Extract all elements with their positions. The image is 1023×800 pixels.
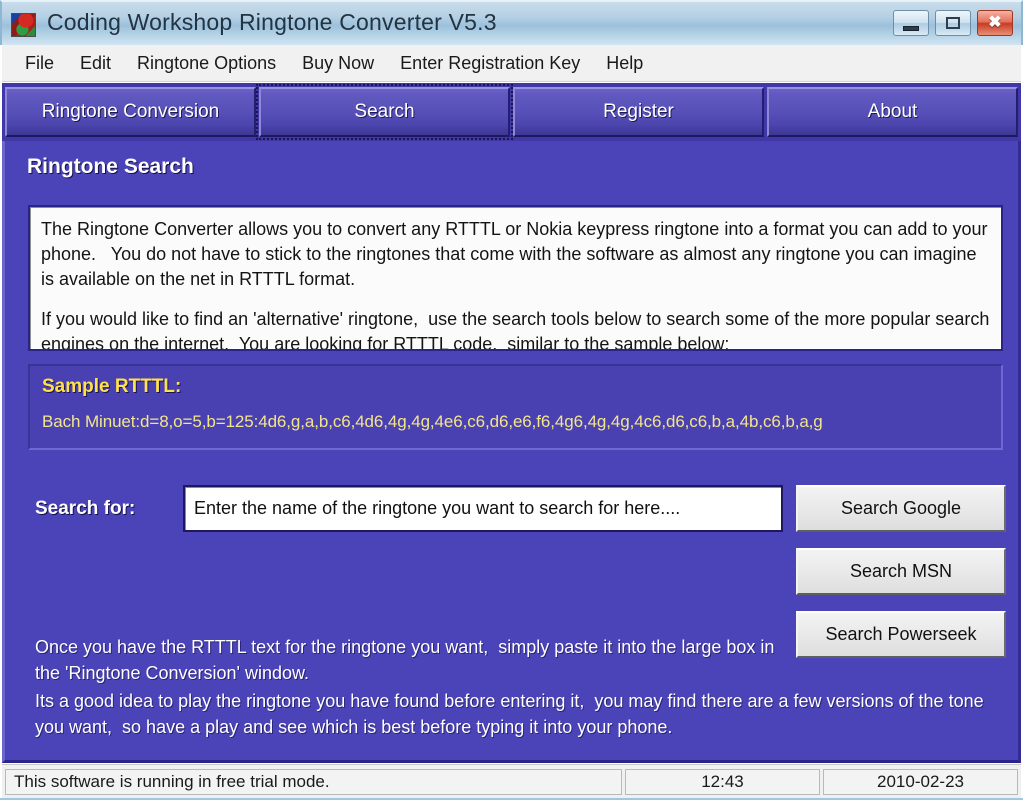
description-paragraph: The Ringtone Converter allows you to con… <box>41 219 993 289</box>
tab-about[interactable]: About <box>767 87 1018 137</box>
tab-label: Ringtone Conversion <box>41 101 220 122</box>
sample-rtttl-code: Bach Minuet:d=8,o=5,b=125:4d6,g,a,b,c6,4… <box>42 412 823 431</box>
menu-item-help[interactable]: Help <box>593 51 656 76</box>
search-input[interactable] <box>183 485 783 532</box>
tab-label: Search <box>354 101 415 122</box>
window-controls: ✖ <box>893 10 1013 36</box>
minimize-button[interactable] <box>893 10 929 36</box>
menu-item-edit[interactable]: Edit <box>67 51 124 76</box>
status-time: 12:43 <box>625 769 820 795</box>
tab-bar: Ringtone Conversion Search Register Abou… <box>2 83 1021 141</box>
status-bar: This software is running in free trial m… <box>2 764 1021 798</box>
close-icon: ✖ <box>988 14 1002 31</box>
menu-bar: File Edit Ringtone Options Buy Now Enter… <box>2 45 1021 82</box>
search-for-label: Search for: <box>35 498 136 519</box>
maximize-icon <box>946 17 960 29</box>
search-msn-button[interactable]: Search MSN <box>796 548 1006 595</box>
status-message: This software is running in free trial m… <box>5 769 622 795</box>
tab-ringtone-conversion[interactable]: Ringtone Conversion <box>5 87 256 137</box>
menu-item-ringtone-options[interactable]: Ringtone Options <box>124 51 289 76</box>
description-box: The Ringtone Converter allows you to con… <box>28 205 1003 351</box>
menu-item-enter-registration-key[interactable]: Enter Registration Key <box>387 51 593 76</box>
menu-item-buy-now[interactable]: Buy Now <box>289 51 387 76</box>
minimize-icon <box>903 26 919 31</box>
tab-label: About <box>867 101 918 122</box>
app-logo-icon <box>11 13 36 37</box>
tab-label: Register <box>603 101 674 122</box>
instruction-note: Its a good idea to play the ringtone you… <box>35 691 989 737</box>
sample-rtttl-box: Sample RTTTL: Bach Minuet:d=8,o=5,b=125:… <box>28 364 1003 450</box>
tab-search[interactable]: Search <box>256 84 513 140</box>
application-window: Coding Workshop Ringtone Converter V5.3 … <box>0 0 1023 800</box>
tab-register[interactable]: Register <box>513 87 764 137</box>
menu-item-file[interactable]: File <box>12 51 67 76</box>
sample-rtttl-heading: Sample RTTTL: <box>42 376 182 397</box>
maximize-button[interactable] <box>935 10 971 36</box>
description-paragraph: If you would like to find an 'alternativ… <box>41 309 995 351</box>
status-date: 2010-02-23 <box>823 769 1018 795</box>
search-panel: Ringtone Search The Ringtone Converter a… <box>2 141 1021 763</box>
close-button[interactable]: ✖ <box>977 10 1013 36</box>
title-bar: Coding Workshop Ringtone Converter V5.3 … <box>0 0 1023 45</box>
search-google-button[interactable]: Search Google <box>796 485 1006 532</box>
search-powerseek-button[interactable]: Search Powerseek <box>796 611 1006 658</box>
instruction-note: Once you have the RTTTL text for the rin… <box>35 637 780 683</box>
window-title: Coding Workshop Ringtone Converter V5.3 <box>47 9 497 35</box>
page-title: Ringtone Search <box>27 155 194 178</box>
